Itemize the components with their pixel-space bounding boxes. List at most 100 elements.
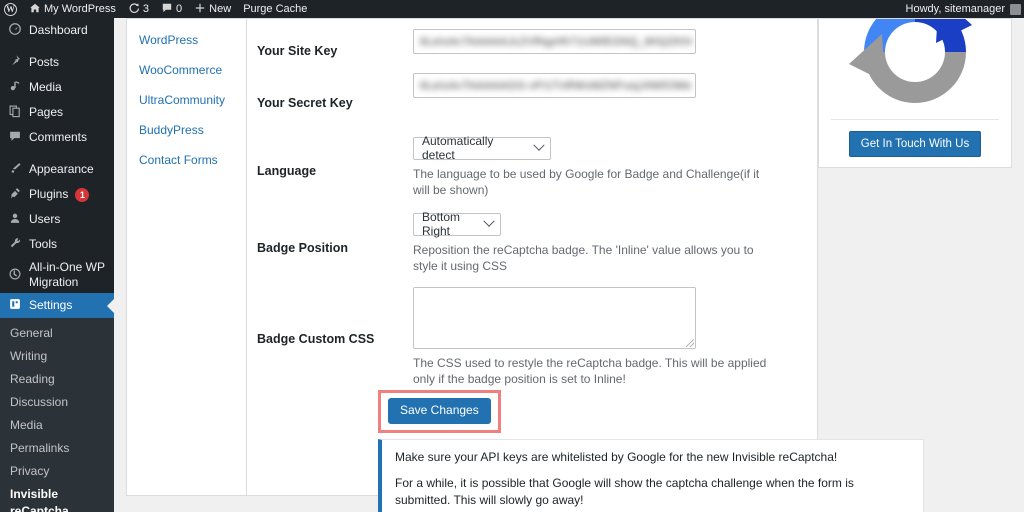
- wordpress-admin-screen: W My WordPress 3 0 New Purge Cache Howdy…: [0, 0, 1024, 512]
- howdy-label: Howdy, sitemanager: [905, 3, 1005, 15]
- badge-custom-css-help: The CSS used to restyle the reCaptcha ba…: [413, 356, 767, 386]
- field-row-site-key: Your Site Key 6LeIxAcTAAAAAJcZVRqyHh71UM…: [247, 29, 817, 73]
- submenu-item-invisible-recaptcha[interactable]: Invisible reCaptcha: [0, 483, 114, 512]
- settings-form: Your Site Key 6LeIxAcTAAAAAJcZVRqyHh71UM…: [247, 19, 924, 512]
- submenu-item-privacy[interactable]: Privacy: [0, 460, 114, 483]
- save-button-highlight: Save Changes: [378, 390, 501, 433]
- site-key-label: Your Site Key: [257, 44, 338, 58]
- admin-bar: W My WordPress 3 0 New Purge Cache Howdy…: [0, 0, 1024, 18]
- submenu-item-media[interactable]: Media: [0, 414, 114, 437]
- sidebar-label: Tools: [29, 237, 58, 251]
- sidebar-item-pages[interactable]: Pages: [0, 100, 114, 125]
- purge-cache-menu[interactable]: Purge Cache: [237, 0, 313, 18]
- promo-button-wrap: Get In Touch With Us: [848, 120, 982, 167]
- field-row-language: Language Automatically detect The langua…: [247, 133, 817, 209]
- tab-wordpress[interactable]: WordPress: [127, 25, 246, 55]
- sidebar-item-comments[interactable]: Comments: [0, 125, 114, 150]
- field-row-badge-custom-css: Badge Custom CSS The CSS used to restyle…: [247, 287, 817, 391]
- wp-logo-menu[interactable]: W: [0, 0, 23, 18]
- sidebar-item-posts[interactable]: Posts: [0, 50, 114, 75]
- media-icon: [8, 79, 22, 96]
- submenu-item-reading[interactable]: Reading: [0, 368, 114, 391]
- dashboard-icon: [8, 22, 22, 39]
- updates-menu[interactable]: 3: [122, 0, 155, 18]
- menu-separator: [0, 43, 114, 50]
- language-label: Language: [257, 164, 317, 178]
- tab-contact-forms[interactable]: Contact Forms: [127, 145, 246, 175]
- plugin-tab-nav: WordPress WooCommerce UltraCommunity Bud…: [127, 19, 247, 495]
- main-content: WordPress WooCommerce UltraCommunity Bud…: [114, 18, 1024, 512]
- field-row-secret-key: Your Secret Key 6LeIxAcTAAAAAGG-vFI1TnRW…: [247, 73, 817, 133]
- submenu-item-permalinks[interactable]: Permalinks: [0, 437, 114, 460]
- sidebar-item-appearance[interactable]: Appearance: [0, 157, 114, 182]
- wrench-icon: [8, 236, 22, 253]
- sidebar-item-plugins[interactable]: Plugins 1: [0, 182, 114, 207]
- site-name-menu[interactable]: My WordPress: [23, 0, 122, 18]
- promo-logo-wrap: [819, 19, 1011, 119]
- sidebar-item-users[interactable]: Users: [0, 207, 114, 232]
- sidebar-label: Settings: [29, 298, 73, 312]
- pin-icon: [8, 54, 22, 71]
- chevron-down-icon: [533, 139, 545, 151]
- tab-buddypress[interactable]: BuddyPress: [127, 115, 246, 145]
- language-select[interactable]: Automatically detect: [413, 134, 551, 162]
- menu-separator: [0, 150, 114, 157]
- notice-line-1: Make sure your API keys are whitelisted …: [395, 450, 838, 464]
- submenu-item-discussion[interactable]: Discussion: [0, 391, 114, 414]
- tab-woocommerce[interactable]: WooCommerce: [127, 55, 246, 85]
- comment-icon: [8, 129, 22, 146]
- comments-count: 0: [176, 3, 183, 15]
- sidebar-item-tools[interactable]: Tools: [0, 232, 114, 257]
- sidebar-label: Plugins: [29, 187, 69, 201]
- purge-cache-label: Purge Cache: [243, 3, 308, 15]
- sidebar-label: Users: [29, 212, 61, 226]
- new-content-menu[interactable]: New: [188, 0, 237, 18]
- sidebar-label: Posts: [29, 55, 60, 69]
- sidebar-label: Appearance: [29, 162, 94, 176]
- updates-count: 3: [142, 3, 150, 15]
- chevron-down-icon: [483, 215, 495, 227]
- badge-position-select[interactable]: Bottom Right: [413, 210, 501, 238]
- user-icon: [8, 211, 22, 228]
- sidebar-item-media[interactable]: Media: [0, 75, 114, 100]
- badge-position-value: Bottom Right: [422, 210, 461, 238]
- plugins-update-badge: 1: [75, 187, 90, 202]
- settings-card: WordPress WooCommerce UltraCommunity Bud…: [126, 18, 924, 512]
- secret-key-input[interactable]: 6LeIxAcTAAAAAGG-vFI1TnRWxMZNFuojJ4WifJWe: [413, 73, 696, 98]
- sidebar-label: Dashboard: [29, 23, 88, 37]
- pages-icon: [8, 104, 22, 121]
- sidebar-item-settings[interactable]: Settings: [0, 293, 115, 318]
- language-help: The language to be used by Google for Ba…: [413, 166, 760, 197]
- badge-position-label: Badge Position: [257, 241, 348, 255]
- comment-bubble-icon: [161, 2, 173, 17]
- promo-box: Get In Touch With Us: [818, 18, 1012, 168]
- tab-ultracommunity[interactable]: UltraCommunity: [127, 85, 246, 115]
- account-menu[interactable]: Howdy, sitemanager: [906, 3, 1024, 15]
- badge-position-help: Reposition the reCaptcha badge. The 'Inl…: [413, 242, 754, 273]
- sidebar-label: All-in-One WP Migration: [29, 260, 105, 289]
- settings-icon: [8, 297, 22, 314]
- plus-icon: [194, 2, 206, 17]
- wordpress-logo-icon: W: [4, 2, 17, 16]
- sidebar-item-all-in-one-wp-migration[interactable]: All-in-One WP Migration: [0, 257, 114, 293]
- save-changes-button[interactable]: Save Changes: [388, 398, 491, 424]
- migration-icon: [8, 267, 22, 284]
- badge-custom-css-textarea[interactable]: [413, 287, 696, 349]
- submenu-item-general[interactable]: General: [0, 322, 114, 345]
- sync-arrows-logo-icon: [840, 19, 990, 119]
- home-icon: [29, 2, 41, 17]
- new-label: New: [209, 3, 232, 15]
- avatar: [1010, 3, 1021, 15]
- badge-custom-css-label: Badge Custom CSS: [257, 332, 375, 346]
- info-notice: Make sure your API keys are whitelisted …: [378, 439, 924, 512]
- comments-menu[interactable]: 0: [155, 0, 188, 18]
- plug-icon: [8, 186, 22, 203]
- language-value: Automatically detect: [422, 134, 494, 162]
- submenu-item-writing[interactable]: Writing: [0, 345, 114, 368]
- site-key-input[interactable]: 6LeIxAcTAAAAAJcZVRqyHh71UMIEGNQ_MXjiZKhI: [413, 29, 696, 54]
- admin-sidebar: Dashboard Posts Media Pages Comments App…: [0, 18, 115, 512]
- sidebar-item-dashboard[interactable]: Dashboard: [0, 18, 114, 43]
- sidebar-label: Comments: [29, 130, 88, 144]
- sidebar-label: Media: [29, 80, 62, 94]
- get-in-touch-button[interactable]: Get In Touch With Us: [848, 130, 982, 157]
